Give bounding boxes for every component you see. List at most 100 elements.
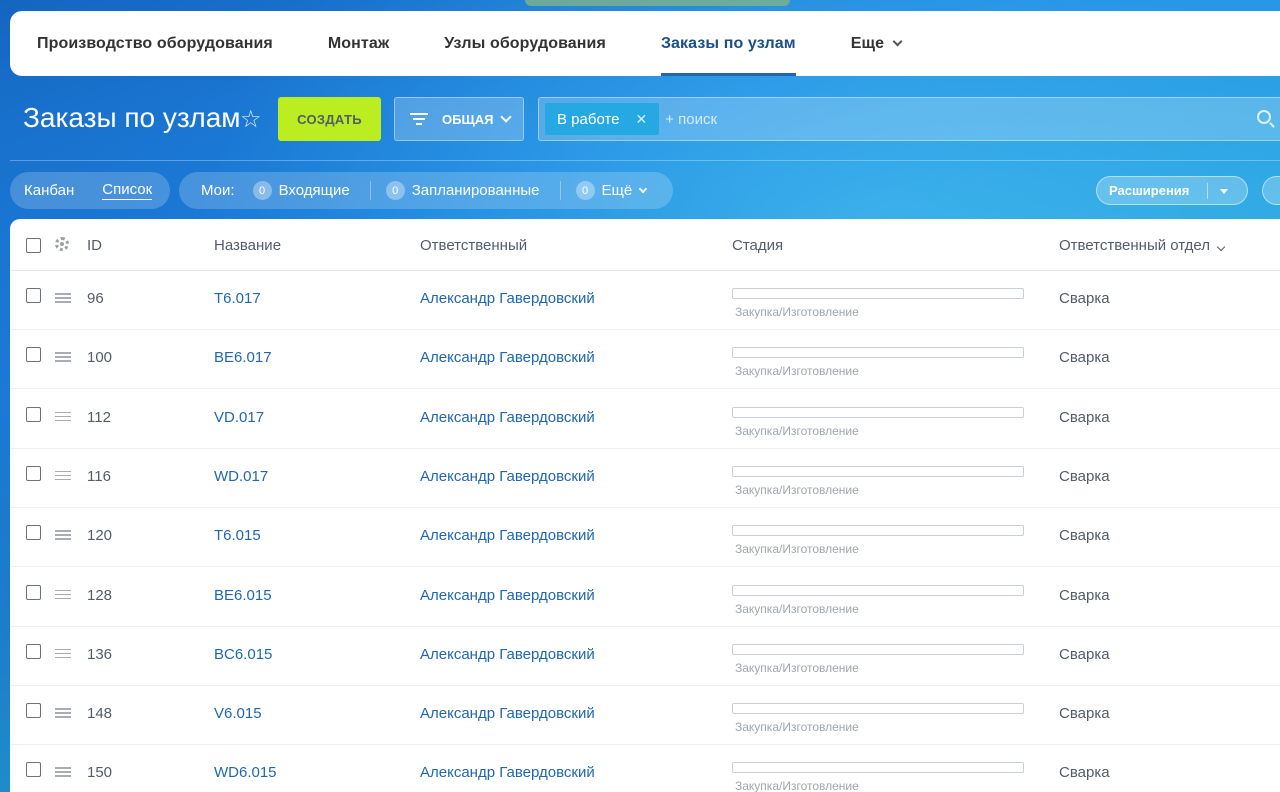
cell-name-link[interactable]: WD.017 <box>214 468 268 485</box>
cell-responsible-link[interactable]: Александр Гавердовский <box>420 764 595 781</box>
cell-responsible-link[interactable]: Александр Гавердовский <box>420 349 595 366</box>
cell-name-link[interactable]: T6.017 <box>214 290 261 307</box>
nav-item-installation[interactable]: Монтаж <box>328 11 389 76</box>
nav-label: Узлы оборудования <box>444 34 606 52</box>
close-icon[interactable]: ✕ <box>636 111 648 128</box>
cell-responsible-link[interactable]: Александр Гавердовский <box>420 409 595 426</box>
counter-badge: 0 <box>385 181 405 200</box>
drag-handle-icon[interactable] <box>55 293 71 303</box>
table-row[interactable]: 112 VD.017 Александр Гавердовский Закупк… <box>10 390 1280 449</box>
nav-item-equipment-units[interactable]: Узлы оборудования <box>444 11 606 76</box>
cell-name-link[interactable]: VD.017 <box>214 409 264 426</box>
caret-down-icon[interactable] <box>1220 189 1228 194</box>
nav-item-unit-orders[interactable]: Заказы по узлам <box>660 11 796 76</box>
counter-badge: 0 <box>252 181 272 200</box>
cell-name-link[interactable]: V6.015 <box>214 705 262 722</box>
filter-chip[interactable]: В работе ✕ <box>545 103 660 135</box>
row-checkbox[interactable] <box>26 643 41 659</box>
cell-name-link[interactable]: T6.015 <box>214 527 261 544</box>
create-button[interactable]: СОЗДАТЬ <box>278 97 381 141</box>
view-kanban[interactable]: Канбан <box>24 182 74 199</box>
cell-name-link[interactable]: WD6.015 <box>214 764 277 781</box>
chevron-down-icon <box>638 184 648 193</box>
select-all-checkbox[interactable] <box>26 238 41 253</box>
cell-id: 112 <box>87 408 111 426</box>
table-row[interactable]: 120 T6.015 Александр Гавердовский Закупк… <box>10 508 1280 568</box>
row-checkbox[interactable] <box>26 465 41 481</box>
table-row[interactable]: 150 WD6.015 Александр Гавердовский Закуп… <box>10 745 1280 792</box>
stage-progress-bar[interactable] <box>732 525 1024 537</box>
nav-item-equipment-production[interactable]: Производство оборудования <box>37 11 273 76</box>
search-icon[interactable] <box>1257 110 1271 124</box>
chevron-down-icon <box>500 111 513 123</box>
row-checkbox[interactable] <box>26 762 41 778</box>
row-checkbox[interactable] <box>26 406 41 422</box>
stage-progress-bar[interactable] <box>732 643 1024 655</box>
drag-handle-icon[interactable] <box>55 352 71 362</box>
cell-name-link[interactable]: BE6.015 <box>214 587 272 604</box>
drag-handle-icon[interactable] <box>55 470 71 481</box>
extensions-button[interactable]: Расширения <box>1096 176 1248 205</box>
cell-responsible-link[interactable]: Александр Гавердовский <box>420 587 595 604</box>
star-icon[interactable]: ☆ <box>240 105 262 134</box>
drag-handle-icon[interactable] <box>55 767 71 777</box>
drag-handle-icon[interactable] <box>55 708 71 718</box>
stage-progress-bar[interactable] <box>732 762 1024 774</box>
cell-id: 128 <box>87 586 113 604</box>
table-row[interactable]: 136 BC6.015 Александр Гавердовский Закуп… <box>10 627 1280 686</box>
row-checkbox[interactable] <box>26 525 41 541</box>
table-row[interactable]: 116 WD.017 Александр Гавердовский Закупк… <box>10 449 1280 508</box>
lock-button[interactable] <box>1262 176 1280 205</box>
stage-label: Закупка/Изготовление <box>735 364 859 379</box>
stage-progress-bar[interactable] <box>732 584 1024 596</box>
column-header-name[interactable]: Название <box>214 237 281 254</box>
cell-responsible-link[interactable]: Александр Гавердовский <box>420 705 595 722</box>
counter-label: Ещё <box>601 182 633 199</box>
drag-handle-icon[interactable] <box>55 648 71 659</box>
stage-label: Закупка/Изготовление <box>735 779 859 792</box>
cell-id: 148 <box>87 705 113 723</box>
drag-handle-icon[interactable] <box>55 530 71 540</box>
cell-name-link[interactable]: BC6.015 <box>214 646 272 663</box>
column-header-responsible[interactable]: Ответственный <box>420 237 527 254</box>
row-checkbox[interactable] <box>26 703 41 719</box>
row-checkbox[interactable] <box>26 347 41 363</box>
counter-more[interactable]: 0 Ещё <box>559 181 648 200</box>
search-input[interactable]: + поиск <box>665 111 717 128</box>
top-notification-hint <box>525 0 790 6</box>
cell-responsible-link[interactable]: Александр Гавердовский <box>420 646 595 663</box>
counter-planned[interactable]: 0 Запланированные <box>369 181 540 200</box>
cell-responsible-link[interactable]: Александр Гавердовский <box>420 290 595 307</box>
nav-item-more[interactable]: Еще <box>851 11 903 76</box>
cell-name-link[interactable]: BE6.017 <box>214 349 272 366</box>
row-checkbox[interactable] <box>26 584 41 600</box>
table-row[interactable]: 128 BE6.015 Александр Гавердовский Закуп… <box>10 568 1280 627</box>
filter-preset-label: ОБЩАЯ <box>442 111 494 127</box>
stage-progress-bar[interactable] <box>732 703 1024 715</box>
view-list[interactable]: Список <box>102 181 153 200</box>
page-header: Заказы по узлам ☆ СОЗДАТЬ ОБЩАЯ В работе… <box>0 96 1280 142</box>
table-row[interactable]: 96 T6.017 Александр Гавердовский Закупка… <box>10 271 1280 330</box>
filter-preset-button[interactable]: ОБЩАЯ <box>394 97 524 141</box>
drag-handle-icon[interactable] <box>55 589 71 600</box>
stage-progress-bar[interactable] <box>732 347 1024 359</box>
row-checkbox[interactable] <box>26 288 41 303</box>
gear-icon[interactable] <box>55 237 69 251</box>
stage-progress-bar[interactable] <box>732 465 1024 477</box>
stage-label: Закупка/Изготовление <box>735 542 859 557</box>
stage-progress-bar[interactable] <box>732 406 1024 418</box>
cell-responsible-link[interactable]: Александр Гавердовский <box>420 527 595 544</box>
counter-incoming[interactable]: 0 Входящие <box>252 181 350 200</box>
search-bar[interactable]: В работе ✕ + поиск <box>538 97 1280 141</box>
cell-department: Сварка <box>1059 290 1110 307</box>
cell-id: 150 <box>87 764 113 782</box>
stage-progress-bar[interactable] <box>732 288 1024 299</box>
column-header-department[interactable]: Ответственный отдел <box>1059 237 1226 254</box>
column-header-stage[interactable]: Стадия <box>732 237 783 254</box>
table-row[interactable]: 148 V6.015 Александр Гавердовский Закупк… <box>10 686 1280 746</box>
counter-badge: 0 <box>575 181 595 200</box>
drag-handle-icon[interactable] <box>55 411 71 422</box>
column-header-id[interactable]: ID <box>87 237 102 254</box>
table-row[interactable]: 100 BE6.017 Александр Гавердовский Закуп… <box>10 330 1280 390</box>
cell-responsible-link[interactable]: Александр Гавердовский <box>420 468 595 485</box>
